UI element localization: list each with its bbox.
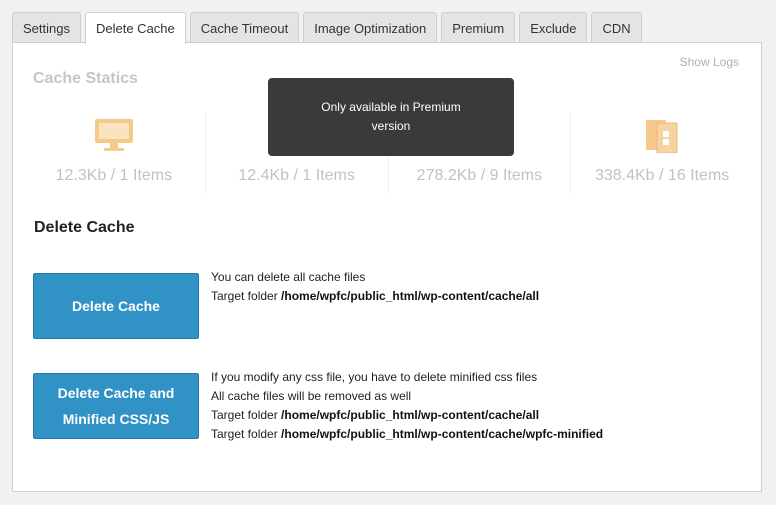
- stat-value: 278.2Kb / 9 Items: [416, 167, 543, 184]
- tab-delete-cache[interactable]: Delete Cache: [84, 12, 186, 44]
- tab-exclude[interactable]: Exclude: [519, 12, 588, 43]
- tab-cache-timeout[interactable]: Cache Timeout: [189, 12, 300, 43]
- tab-cdn[interactable]: CDN: [591, 12, 642, 43]
- delete-minified-description: If you modify any css file, you have to …: [211, 368, 603, 444]
- desc-line: You can delete all cache files: [211, 270, 366, 284]
- desc-line: All cache files will be removed as well: [211, 389, 412, 403]
- target-folder-path: /home/wpfc/public_html/wp-content/cache/…: [281, 408, 540, 422]
- stat-desktop: 12.3Kb / 1 Items: [23, 113, 206, 193]
- stat-value: 12.3Kb / 1 Items: [55, 167, 173, 184]
- target-folder-path: /home/wpfc/public_html/wp-content/cache/…: [281, 427, 604, 441]
- js-file-icon: [646, 120, 678, 153]
- target-folder-path: /home/wpfc/public_html/wp-content/cache/…: [281, 289, 540, 303]
- desc-line: Target folder /home/wpfc/public_html/wp-…: [211, 425, 603, 444]
- stat-value: 338.4Kb / 16 Items: [594, 167, 730, 184]
- delete-cache-button[interactable]: Delete Cache: [33, 273, 199, 339]
- delete-cache-panel: Show Logs Cache Statics 12.3Kb / 1 Items…: [12, 42, 762, 492]
- monitor-icon: [94, 119, 133, 151]
- tab-settings[interactable]: Settings: [12, 12, 81, 43]
- desc-prefix: Target folder: [211, 408, 282, 422]
- desc-line: If you modify any css file, you have to …: [211, 370, 538, 384]
- tab-premium[interactable]: Premium: [441, 12, 516, 43]
- stat-value: 12.4Kb / 1 Items: [238, 167, 355, 184]
- premium-tooltip-text: Only available in Premium version: [321, 100, 461, 133]
- premium-tooltip: Only available in Premium version: [268, 78, 514, 156]
- cache-statics-title: Cache Statics: [33, 70, 138, 87]
- tab-bar: Settings Delete Cache Cache Timeout Imag…: [12, 12, 642, 44]
- stat-js: 338.4Kb / 16 Items: [571, 113, 753, 193]
- tab-image-optimization[interactable]: Image Optimization: [303, 12, 438, 43]
- desc-prefix: Target folder: [211, 427, 282, 441]
- delete-minified-button-label: Delete Cache and Minified CSS/JS: [57, 385, 175, 427]
- delete-cache-heading: Delete Cache: [34, 219, 135, 236]
- show-logs-link[interactable]: Show Logs: [680, 55, 739, 69]
- delete-cache-minified-button[interactable]: Delete Cache and Minified CSS/JS: [33, 373, 199, 439]
- desc-prefix: Target folder: [211, 289, 282, 303]
- desc-line: Target folder /home/wpfc/public_html/wp-…: [211, 287, 539, 306]
- delete-cache-description: You can delete all cache files Target fo…: [211, 268, 539, 306]
- desc-line: Target folder /home/wpfc/public_html/wp-…: [211, 406, 603, 425]
